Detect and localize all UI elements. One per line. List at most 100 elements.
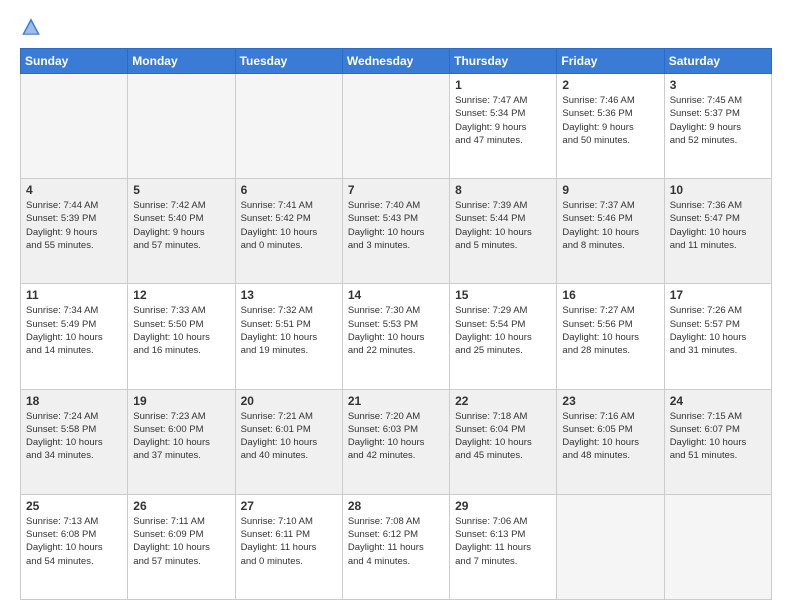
day-number: 13 [241,288,337,302]
day-number: 29 [455,499,551,513]
day-info: Sunrise: 7:32 AMSunset: 5:51 PMDaylight:… [241,304,337,357]
calendar-cell [664,494,771,599]
calendar-cell: 10Sunrise: 7:36 AMSunset: 5:47 PMDayligh… [664,179,771,284]
calendar-cell: 29 Sunrise: 7:06 AMSunset: 6:13 PMDayligh… [450,494,557,599]
calendar-day-header: Friday [557,49,664,74]
calendar-cell [21,74,128,179]
day-info: Sunrise: 7:18 AMSunset: 6:04 PMDaylight:… [455,410,551,463]
day-number: 2 [562,78,658,92]
calendar-cell: 15 Sunrise: 7:29 AMSunset: 5:54 PMDayligh… [450,284,557,389]
calendar-cell: 8 Sunrise: 7:39 AMSunset: 5:44 PMDaylight… [450,179,557,284]
day-info: Sunrise: 7:16 AMSunset: 6:05 PMDaylight:… [562,410,658,463]
day-number: 5 [133,183,229,197]
day-info: Sunrise: 7:20 AMSunset: 6:03 PMDaylight:… [348,410,444,463]
calendar-cell: 17 Sunrise: 7:26 AMSunset: 5:57 PMDayligh… [664,284,771,389]
calendar-cell: 12 Sunrise: 7:33 AMSunset: 5:50 PMDayligh… [128,284,235,389]
calendar-cell: 25Sunrise: 7:13 AMSunset: 6:08 PMDayligh… [21,494,128,599]
day-info: Sunrise: 7:30 AMSunset: 5:53 PMDaylight:… [348,304,444,357]
calendar-day-header: Sunday [21,49,128,74]
day-info: Sunrise: 7:39 AMSunset: 5:44 PMDaylight:… [455,199,551,252]
day-info: Sunrise: 7:29 AMSunset: 5:54 PMDaylight:… [455,304,551,357]
day-info: Sunrise: 7:33 AMSunset: 5:50 PMDaylight:… [133,304,229,357]
calendar-week-row: 11Sunrise: 7:34 AMSunset: 5:49 PMDayligh… [21,284,772,389]
calendar-day-header: Saturday [664,49,771,74]
day-number: 19 [133,394,229,408]
calendar-cell [128,74,235,179]
header [20,16,772,38]
day-info: Sunrise: 7:10 AMSunset: 6:11 PMDaylight:… [241,515,337,568]
day-info: Sunrise: 7:06 AMSunset: 6:13 PMDaylight:… [455,515,551,568]
day-info: Sunrise: 7:26 AMSunset: 5:57 PMDaylight:… [670,304,766,357]
day-info: Sunrise: 7:41 AMSunset: 5:42 PMDaylight:… [241,199,337,252]
day-number: 3 [670,78,766,92]
calendar-cell: 2 Sunrise: 7:46 AMSunset: 5:36 PMDaylight… [557,74,664,179]
day-number: 4 [26,183,122,197]
calendar-cell: 27 Sunrise: 7:10 AMSunset: 6:11 PMDayligh… [235,494,342,599]
day-number: 7 [348,183,444,197]
calendar-cell [235,74,342,179]
day-info: Sunrise: 7:42 AMSunset: 5:40 PMDaylight:… [133,199,229,252]
calendar-cell: 24 Sunrise: 7:15 AMSunset: 6:07 PMDayligh… [664,389,771,494]
calendar-day-header: Monday [128,49,235,74]
page: SundayMondayTuesdayWednesdayThursdayFrid… [0,0,792,612]
calendar-cell [342,74,449,179]
day-info: Sunrise: 7:23 AMSunset: 6:00 PMDaylight:… [133,410,229,463]
calendar-cell: 7 Sunrise: 7:40 AMSunset: 5:43 PMDaylight… [342,179,449,284]
day-number: 10 [670,183,766,197]
day-info: Sunrise: 7:15 AMSunset: 6:07 PMDaylight:… [670,410,766,463]
calendar-day-header: Thursday [450,49,557,74]
day-number: 1 [455,78,551,92]
day-number: 14 [348,288,444,302]
calendar-cell: 1 Sunrise: 7:47 AMSunset: 5:34 PMDaylight… [450,74,557,179]
calendar-cell [557,494,664,599]
calendar-cell: 13 Sunrise: 7:32 AMSunset: 5:51 PMDayligh… [235,284,342,389]
calendar-week-row: 4 Sunrise: 7:44 AMSunset: 5:39 PMDaylight… [21,179,772,284]
calendar-cell: 16 Sunrise: 7:27 AMSunset: 5:56 PMDayligh… [557,284,664,389]
day-number: 6 [241,183,337,197]
day-info: Sunrise: 7:46 AMSunset: 5:36 PMDaylight:… [562,94,658,147]
day-number: 15 [455,288,551,302]
calendar-cell: 22 Sunrise: 7:18 AMSunset: 6:04 PMDayligh… [450,389,557,494]
calendar-week-row: 25Sunrise: 7:13 AMSunset: 6:08 PMDayligh… [21,494,772,599]
calendar-day-header: Wednesday [342,49,449,74]
day-number: 26 [133,499,229,513]
calendar-cell: 23 Sunrise: 7:16 AMSunset: 6:05 PMDayligh… [557,389,664,494]
calendar-cell: 6 Sunrise: 7:41 AMSunset: 5:42 PMDaylight… [235,179,342,284]
day-info: Sunrise: 7:24 AMSunset: 5:58 PMDaylight:… [26,410,122,463]
calendar-cell: 20Sunrise: 7:21 AMSunset: 6:01 PMDayligh… [235,389,342,494]
calendar-day-header: Tuesday [235,49,342,74]
day-number: 9 [562,183,658,197]
calendar-header-row: SundayMondayTuesdayWednesdayThursdayFrid… [21,49,772,74]
day-info: Sunrise: 7:08 AMSunset: 6:12 PMDaylight:… [348,515,444,568]
day-number: 28 [348,499,444,513]
day-number: 12 [133,288,229,302]
day-number: 17 [670,288,766,302]
calendar-cell: 19 Sunrise: 7:23 AMSunset: 6:00 PMDayligh… [128,389,235,494]
day-info: Sunrise: 7:40 AMSunset: 5:43 PMDaylight:… [348,199,444,252]
day-info: Sunrise: 7:37 AMSunset: 5:46 PMDaylight:… [562,199,658,252]
calendar-week-row: 18 Sunrise: 7:24 AMSunset: 5:58 PMDayligh… [21,389,772,494]
day-number: 27 [241,499,337,513]
day-info: Sunrise: 7:47 AMSunset: 5:34 PMDaylight:… [455,94,551,147]
day-info: Sunrise: 7:44 AMSunset: 5:39 PMDaylight:… [26,199,122,252]
calendar-cell: 5 Sunrise: 7:42 AMSunset: 5:40 PMDaylight… [128,179,235,284]
calendar-cell: 14 Sunrise: 7:30 AMSunset: 5:53 PMDayligh… [342,284,449,389]
day-number: 8 [455,183,551,197]
day-number: 16 [562,288,658,302]
day-number: 24 [670,394,766,408]
logo-icon [20,16,42,38]
day-number: 22 [455,394,551,408]
calendar-cell: 21Sunrise: 7:20 AMSunset: 6:03 PMDayligh… [342,389,449,494]
calendar-cell: 26Sunrise: 7:11 AMSunset: 6:09 PMDayligh… [128,494,235,599]
day-number: 23 [562,394,658,408]
day-number: 18 [26,394,122,408]
day-info: Sunrise: 7:27 AMSunset: 5:56 PMDaylight:… [562,304,658,357]
day-info: Sunrise: 7:21 AMSunset: 6:01 PMDaylight:… [241,410,337,463]
day-number: 11 [26,288,122,302]
calendar-cell: 11Sunrise: 7:34 AMSunset: 5:49 PMDayligh… [21,284,128,389]
calendar-cell: 28 Sunrise: 7:08 AMSunset: 6:12 PMDayligh… [342,494,449,599]
calendar-week-row: 1 Sunrise: 7:47 AMSunset: 5:34 PMDaylight… [21,74,772,179]
calendar-cell: 3 Sunrise: 7:45 AMSunset: 5:37 PMDaylight… [664,74,771,179]
calendar-cell: 18 Sunrise: 7:24 AMSunset: 5:58 PMDayligh… [21,389,128,494]
day-info: Sunrise: 7:45 AMSunset: 5:37 PMDaylight:… [670,94,766,147]
